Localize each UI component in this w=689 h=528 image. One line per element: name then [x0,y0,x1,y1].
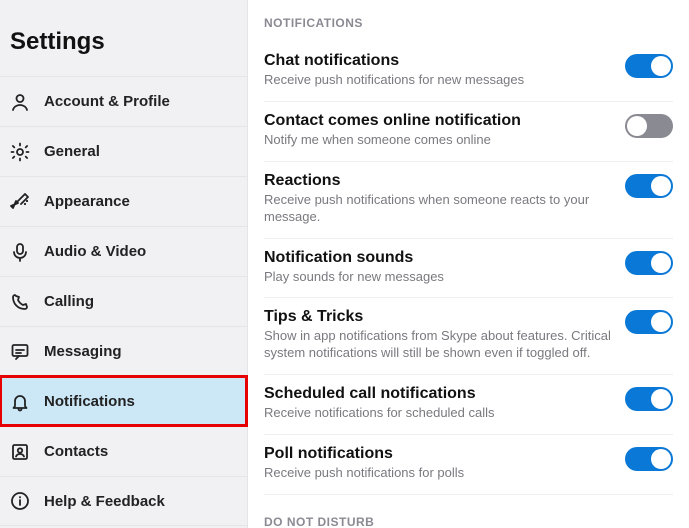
gear-icon [10,142,30,162]
setting-desc: Show in app notifications from Skype abo… [264,328,613,362]
setting-row-tips: Tips & Tricks Show in app notifications f… [264,298,673,375]
sidebar-item-audio[interactable]: Audio & Video [0,226,247,276]
setting-desc: Receive push notifications when someone … [264,192,613,226]
toggle-sched[interactable] [625,387,673,411]
setting-text: Notification sounds Play sounds for new m… [264,249,613,286]
setting-title: Poll notifications [264,445,613,463]
phone-icon [10,292,30,312]
setting-title: Contact comes online notification [264,112,613,130]
sidebar-item-help[interactable]: Help & Feedback [0,476,247,526]
setting-desc: Receive push notifications for polls [264,465,613,482]
toggle-contact[interactable] [625,114,673,138]
setting-text: Scheduled call notifications Receive noti… [264,385,613,422]
setting-row-contact: Contact comes online notification Notify … [264,102,673,162]
contacts-icon [10,442,30,462]
info-icon [10,491,30,511]
setting-title: Reactions [264,172,613,190]
setting-text: Chat notifications Receive push notificat… [264,52,613,89]
sidebar-item-appearance[interactable]: Appearance [0,176,247,226]
setting-desc: Receive notifications for scheduled call… [264,405,613,422]
section-header: NOTIFICATIONS [264,16,673,30]
setting-row-reactions: Reactions Receive push notifications when… [264,162,673,239]
setting-row-sched: Scheduled call notifications Receive noti… [264,375,673,435]
sidebar-item-label: Audio & Video [44,243,146,260]
setting-desc: Notify me when someone comes online [264,132,613,149]
setting-desc: Play sounds for new messages [264,269,613,286]
setting-row-poll: Poll notifications Receive push notificat… [264,435,673,495]
sidebar-item-label: Appearance [44,193,130,210]
settings-window: Settings Account & Profile General Appeara… [0,0,689,528]
settings-sidebar: Settings Account & Profile General Appeara… [0,0,248,528]
sidebar-item-calling[interactable]: Calling [0,276,247,326]
setting-row-chat: Chat notifications Receive push notificat… [264,42,673,102]
toggle-tips[interactable] [625,310,673,334]
toggle-sounds[interactable] [625,251,673,275]
sidebar-item-messaging[interactable]: Messaging [0,326,247,376]
settings-content: NOTIFICATIONS Chat notifications Receive p… [248,0,689,528]
sidebar-item-label: Account & Profile [44,93,170,110]
toggle-chat[interactable] [625,54,673,78]
section-header: DO NOT DISTURB [264,515,673,528]
sidebar-item-label: Contacts [44,443,108,460]
sidebar-item-label: Calling [44,293,94,310]
sidebar-item-general[interactable]: General [0,126,247,176]
bell-icon [10,392,30,412]
setting-row-sounds: Notification sounds Play sounds for new m… [264,239,673,299]
sidebar-item-account[interactable]: Account & Profile [0,76,247,126]
setting-title: Notification sounds [264,249,613,267]
brush-icon [10,192,30,212]
setting-text: Contact comes online notification Notify … [264,112,613,149]
setting-text: Poll notifications Receive push notificat… [264,445,613,482]
sidebar-item-label: Notifications [44,393,135,410]
setting-title: Chat notifications [264,52,613,70]
toggle-poll[interactable] [625,447,673,471]
sidebar-item-label: Messaging [44,343,122,360]
sidebar-item-notifications[interactable]: Notifications [0,376,247,426]
setting-desc: Receive push notifications for new messa… [264,72,613,89]
sidebar-item-contacts[interactable]: Contacts [0,426,247,476]
setting-title: Scheduled call notifications [264,385,613,403]
setting-text: Tips & Tricks Show in app notifications f… [264,308,613,362]
user-icon [10,92,30,112]
sidebar-item-label: General [44,143,100,160]
settings-title: Settings [0,0,247,76]
sidebar-item-label: Help & Feedback [44,493,165,510]
setting-text: Reactions Receive push notifications when… [264,172,613,226]
mic-icon [10,242,30,262]
setting-title: Tips & Tricks [264,308,613,326]
toggle-reactions[interactable] [625,174,673,198]
chat-icon [10,342,30,362]
